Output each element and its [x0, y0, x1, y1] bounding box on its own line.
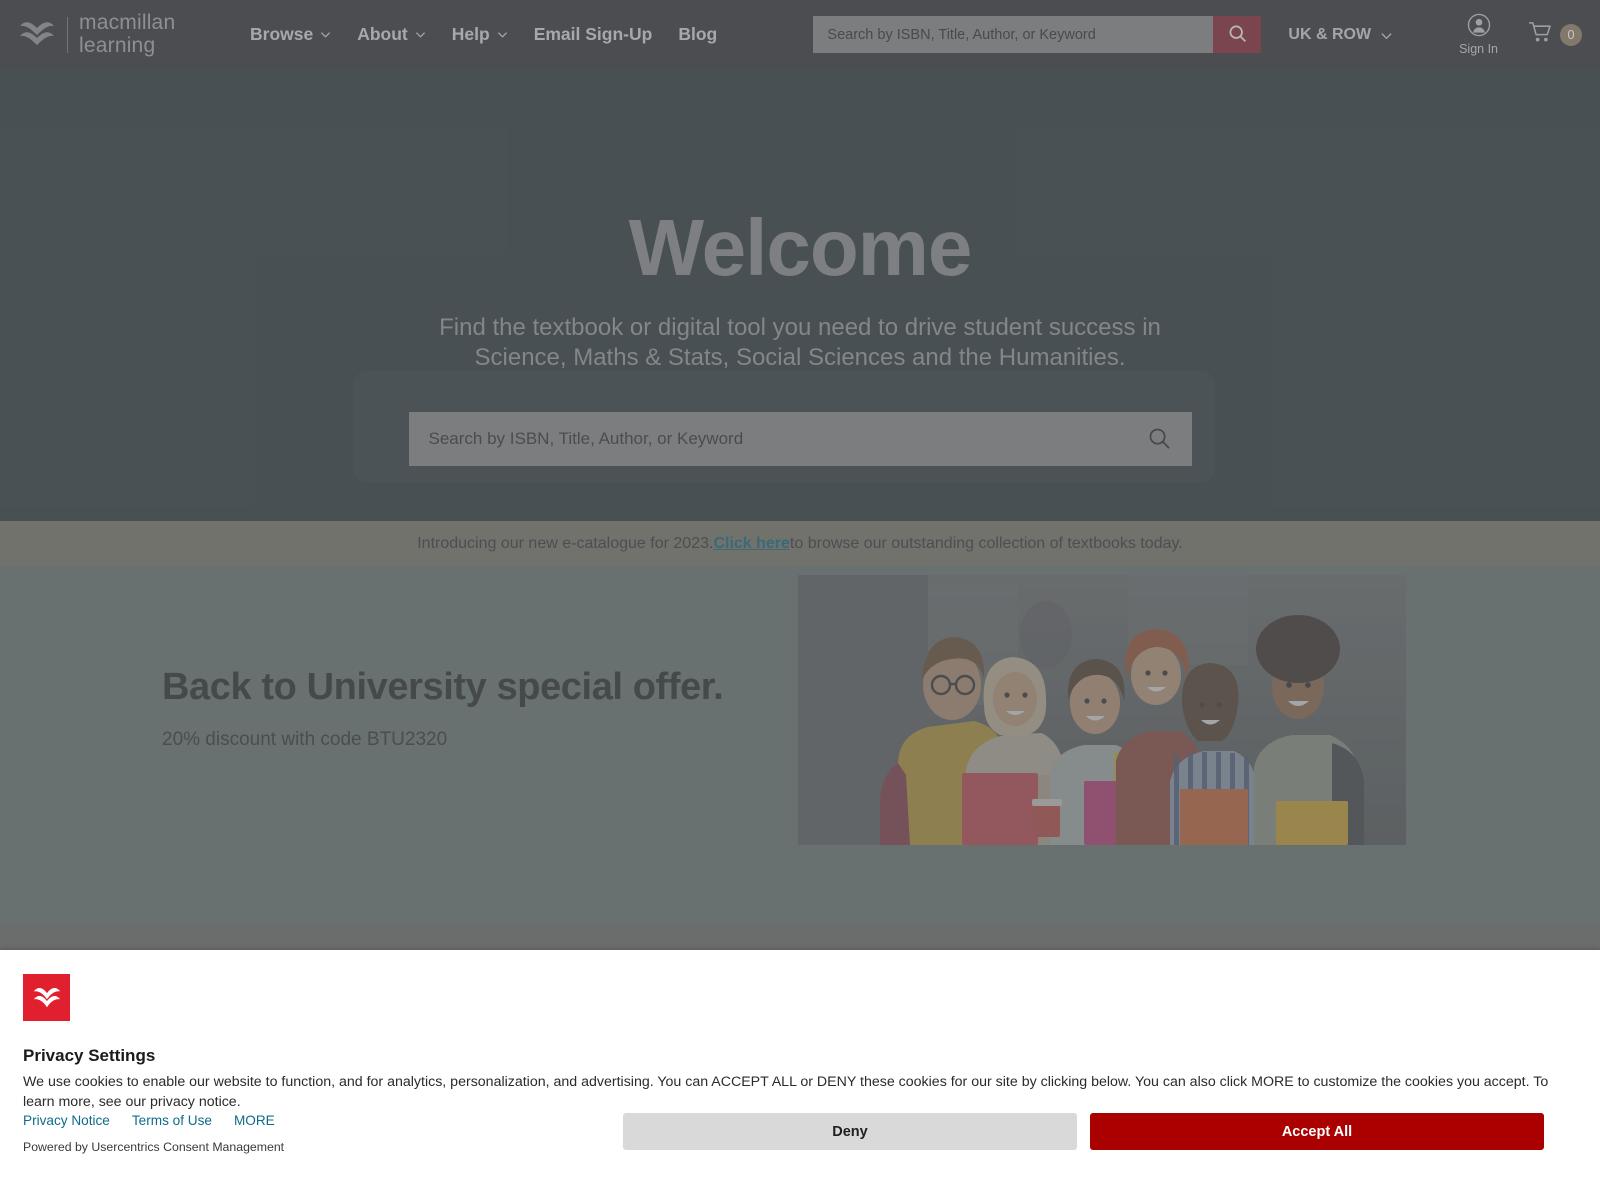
nav-label: Help — [451, 24, 490, 44]
promo-banner: Introducing our new e-catalogue for 2023… — [0, 521, 1600, 566]
promo-click-here-link[interactable]: Click here — [713, 535, 789, 553]
nav-item-help[interactable]: Help — [452, 24, 508, 45]
more-link[interactable]: MORE — [234, 1113, 275, 1128]
dialog-links: Privacy Notice Terms of Use MORE — [23, 1113, 275, 1128]
sign-in-button[interactable]: Sign In — [1459, 13, 1498, 56]
dialog-title: Privacy Settings — [23, 1046, 156, 1065]
region-label: UK & ROW — [1288, 25, 1372, 43]
logo-line-1: macmillan — [79, 10, 176, 34]
nav-label: Blog — [678, 24, 718, 44]
macmillan-m-icon — [23, 974, 70, 1021]
chevron-down-icon — [415, 29, 426, 40]
macmillan-wave-logo-icon — [18, 21, 56, 48]
search-icon[interactable] — [1147, 426, 1172, 451]
nav-label: About — [357, 24, 408, 44]
header-search-box — [813, 16, 1262, 53]
hero-search-input[interactable] — [428, 428, 1147, 449]
chevron-down-icon — [1380, 29, 1392, 40]
deny-button[interactable]: Deny — [623, 1113, 1077, 1150]
site-header: macmillan learning Browse About Help Ema… — [0, 0, 1600, 69]
privacy-notice-link[interactable]: Privacy Notice — [23, 1113, 110, 1128]
shopping-cart-icon — [1528, 21, 1553, 49]
nav-item-blog[interactable]: Blog — [678, 24, 717, 45]
chevron-down-icon — [320, 29, 331, 40]
user-avatar-icon — [1467, 13, 1491, 40]
terms-of-use-link[interactable]: Terms of Use — [132, 1113, 212, 1128]
promo-text-after: to browse our outstanding collection of … — [789, 534, 1183, 552]
nav-label: Email Sign-Up — [533, 24, 653, 44]
promo-text-before: Introducing our new e-catalogue for 2023… — [417, 534, 714, 552]
header-search-area — [813, 16, 1262, 53]
region-selector[interactable]: UK & ROW — [1288, 25, 1392, 44]
nav-item-email-sign-up[interactable]: Email Sign-Up — [534, 24, 653, 45]
site-logo[interactable]: macmillan learning — [18, 10, 218, 57]
logo-line-2: learning — [79, 33, 156, 57]
nav-label: Browse — [250, 24, 314, 44]
privacy-settings-dialog: Privacy Settings We use cookies to enabl… — [0, 950, 1600, 1200]
primary-nav: Browse About Help Email Sign-Up Blog — [250, 24, 717, 45]
hero-search-box — [408, 411, 1192, 466]
header-search-input[interactable] — [813, 16, 1214, 53]
offer-photo[interactable] — [798, 575, 1406, 845]
chevron-down-icon — [497, 29, 508, 40]
logo-divider — [67, 16, 68, 53]
offer-title: Back to University special offer. — [162, 666, 724, 708]
hero-title: Welcome — [628, 203, 973, 292]
accept-all-button[interactable]: Accept All — [1090, 1113, 1544, 1150]
dialog-body-text: We use cookies to enable our website to … — [23, 1074, 1549, 1111]
sign-in-label: Sign In — [1459, 42, 1498, 56]
search-icon — [1227, 23, 1248, 47]
cart-count-badge: 0 — [1560, 23, 1582, 46]
header-search-button[interactable] — [1213, 16, 1262, 53]
page-root: macmillan learning Browse About Help Ema… — [0, 0, 1600, 1200]
offer-subtitle: 20% discount with code BTU2320 — [162, 729, 448, 750]
dialog-footer: Privacy Notice Terms of Use MORE Powered… — [0, 1112, 1600, 1192]
powered-by-label: Powered by Usercentrics Consent Manageme… — [23, 1140, 285, 1154]
cart-button[interactable]: 0 — [1528, 21, 1582, 49]
offer-copy: Back to University special offer. 20% di… — [162, 666, 724, 751]
logo-wordmark: macmillan learning — [79, 10, 176, 57]
nav-item-browse[interactable]: Browse — [250, 24, 331, 45]
hero-subtitle: Find the textbook or digital tool you ne… — [439, 314, 1161, 371]
nav-item-about[interactable]: About — [357, 24, 426, 45]
hero-section: Welcome Find the textbook or digital too… — [0, 69, 1600, 521]
special-offer-section: Back to University special offer. 20% di… — [0, 566, 1600, 925]
